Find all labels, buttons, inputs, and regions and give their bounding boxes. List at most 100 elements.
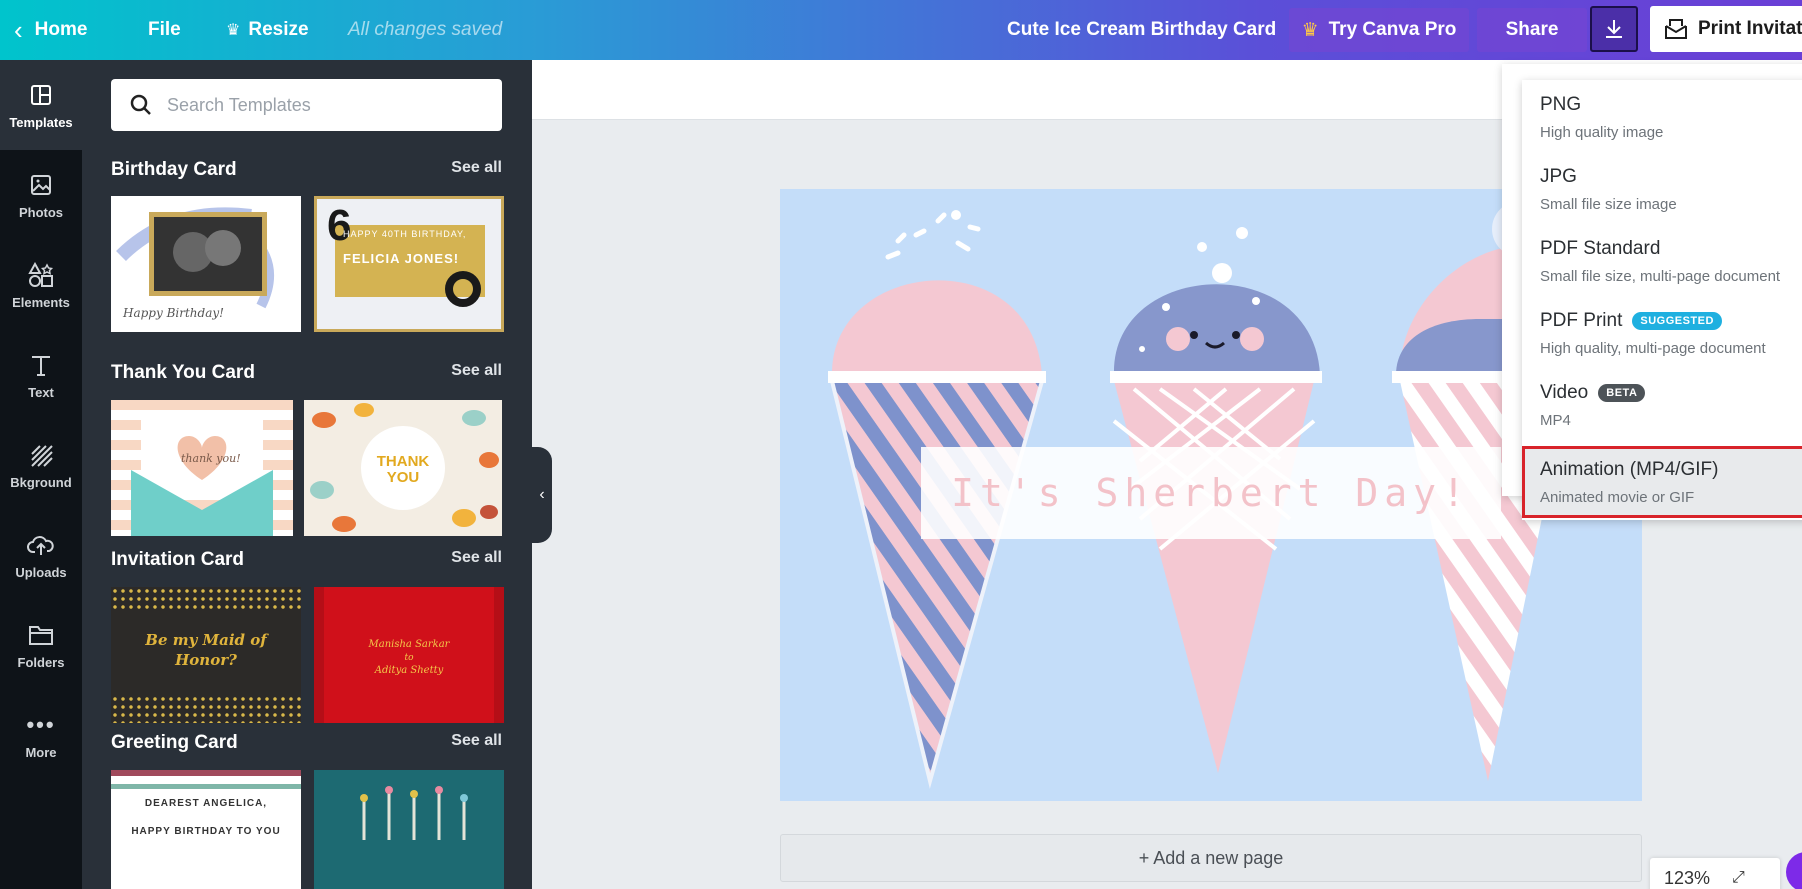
section-header-greeting: Greeting Card See all — [111, 732, 502, 754]
see-all-link[interactable]: See all — [451, 159, 502, 181]
section-header-birthday: Birthday Card See all — [111, 159, 502, 181]
rail-item-background[interactable]: Bkground — [0, 420, 82, 510]
try-pro-button[interactable]: ♛ Try Canva Pro — [1289, 8, 1469, 52]
rail-label: Templates — [9, 114, 73, 130]
option-name: PDF Standard — [1540, 238, 1661, 259]
text-banner[interactable]: It's Sherbert Day! — [921, 447, 1501, 539]
format-option-pdf-standard[interactable]: PDF Standard Small file size, multi-page… — [1522, 224, 1802, 296]
side-rail: Templates Photos Elements Text Bkground … — [0, 60, 82, 889]
template-thumb-birthday-2[interactable]: 6 HAPPY 40TH BIRTHDAY, FELICIA JONES! — [314, 196, 504, 332]
rail-item-templates[interactable]: Templates — [0, 60, 82, 150]
template-thumb-invitation-2[interactable]: Manisha Sarkar to Aditya Shetty — [314, 587, 504, 723]
rail-item-photos[interactable]: Photos — [0, 150, 82, 240]
format-option-animation[interactable]: Animation (MP4/GIF) Animated movie or GI… — [1522, 446, 1802, 518]
rail-item-uploads[interactable]: Uploads — [0, 510, 82, 600]
photos-icon — [29, 171, 53, 199]
top-bar: ‹ Home File ♛ Resize All changes saved C… — [0, 0, 1802, 60]
download-button[interactable] — [1590, 6, 1638, 52]
home-button[interactable]: ‹ Home — [14, 0, 87, 60]
section-title: Birthday Card — [111, 159, 237, 180]
chevron-left-icon: ‹ — [14, 14, 23, 45]
help-button[interactable] — [1786, 852, 1802, 889]
see-all-link[interactable]: See all — [451, 362, 502, 384]
share-button[interactable]: Share — [1477, 8, 1587, 52]
stripe — [111, 784, 301, 789]
download-icon — [1606, 20, 1622, 38]
beta-badge: BETA — [1598, 384, 1646, 402]
save-status: All changes saved — [348, 19, 503, 40]
see-all-link[interactable]: See all — [451, 549, 502, 571]
templates-panel: Search Templates Birthday Card See all H… — [82, 60, 532, 889]
expand-icon: ⤢ — [1732, 869, 1745, 886]
print-box-icon — [1665, 19, 1687, 39]
glitter-top — [111, 587, 301, 611]
rail-item-elements[interactable]: Elements — [0, 240, 82, 330]
rail-item-more[interactable]: ••• More — [0, 690, 82, 780]
rail-label: Photos — [18, 204, 64, 220]
option-desc: High quality, multi-page document — [1540, 340, 1766, 357]
template-text: Be my Maid of — [145, 631, 267, 649]
option-name: Video — [1540, 382, 1589, 403]
rail-label: Uploads — [15, 564, 67, 580]
resize-button[interactable]: ♛ Resize — [226, 0, 309, 60]
document-title[interactable]: Cute Ice Cream Birthday Card — [1007, 0, 1276, 60]
template-text: to — [404, 653, 414, 663]
option-desc: MP4 — [1540, 412, 1571, 429]
template-thumb-greeting-2[interactable] — [314, 770, 504, 889]
see-all-link[interactable]: See all — [451, 732, 502, 754]
option-desc: High quality image — [1540, 124, 1664, 141]
rail-label: Text — [28, 384, 54, 400]
template-thumb-birthday-1[interactable]: Happy Birthday! — [111, 196, 301, 332]
template-text: Honor? — [175, 651, 237, 669]
ring-shape — [445, 271, 481, 307]
add-page-button[interactable]: + Add a new page — [780, 834, 1642, 882]
format-option-pdf-print[interactable]: PDF Print SUGGESTED High quality, multi-… — [1522, 296, 1802, 368]
template-thumb-thank-you-1[interactable]: thank you! — [111, 400, 293, 536]
download-format-dropdown: PNG High quality image JPG Small file si… — [1522, 80, 1802, 520]
format-option-video[interactable]: Video BETA MP4 — [1522, 368, 1802, 440]
print-invitations-button[interactable]: Print Invitati — [1650, 6, 1802, 52]
zoom-control[interactable]: 123% ⤢ — [1650, 858, 1780, 889]
template-text: HAPPY BIRTHDAY TO YOU — [131, 826, 281, 837]
template-thumb-greeting-1[interactable]: DEAREST ANGELICA, HAPPY BIRTHDAY TO YOU — [111, 770, 301, 889]
elements-icon — [28, 261, 54, 289]
option-name: PNG — [1540, 94, 1582, 115]
template-text: Aditya Shetty — [374, 665, 444, 676]
template-preview — [131, 420, 273, 536]
search-placeholder: Search Templates — [167, 94, 311, 115]
chevron-left-icon: ‹ — [539, 486, 545, 503]
glitter-bottom — [111, 695, 301, 723]
template-text: FELICIA JONES! — [343, 251, 460, 266]
template-text: Manisha Sarkar — [368, 639, 450, 650]
print-label: Print Invitati — [1698, 18, 1802, 39]
collapse-panel-button[interactable]: ‹ — [532, 447, 552, 543]
format-option-jpg[interactable]: JPG Small file size image — [1522, 152, 1802, 224]
option-desc: Small file size, multi-page document — [1540, 268, 1781, 285]
templates-icon — [29, 81, 53, 109]
section-header-thank-you: Thank You Card See all — [111, 362, 502, 384]
template-text: HAPPY 40TH BIRTHDAY, — [343, 229, 467, 239]
template-text: THANK YOU — [376, 453, 430, 486]
option-desc: Animated movie or GIF — [1540, 489, 1695, 506]
zoom-level: 123% — [1664, 867, 1711, 888]
rail-label: Elements — [12, 294, 70, 310]
background-icon — [29, 441, 53, 469]
option-name: Animation (MP4/GIF) — [1540, 459, 1719, 480]
rail-item-text[interactable]: Text — [0, 330, 82, 420]
option-desc: Small file size image — [1540, 196, 1677, 213]
suggested-badge: SUGGESTED — [1632, 312, 1722, 330]
rail-label: Folders — [17, 654, 65, 670]
rail-item-folders[interactable]: Folders — [0, 600, 82, 690]
folders-icon — [28, 621, 54, 649]
option-name: JPG — [1540, 166, 1577, 187]
resize-label: Resize — [248, 19, 309, 40]
search-icon — [130, 94, 151, 115]
search-input[interactable]: Search Templates — [111, 79, 502, 131]
crown-icon: ♛ — [226, 22, 241, 39]
file-menu[interactable]: File — [148, 0, 181, 60]
format-option-png[interactable]: PNG High quality image — [1522, 80, 1802, 152]
template-number: 6 — [327, 201, 352, 250]
template-thumb-thank-you-2[interactable]: THANK YOU — [304, 400, 502, 536]
text-icon — [30, 351, 52, 379]
template-thumb-invitation-1[interactable]: Be my Maid of Honor? — [111, 587, 301, 723]
